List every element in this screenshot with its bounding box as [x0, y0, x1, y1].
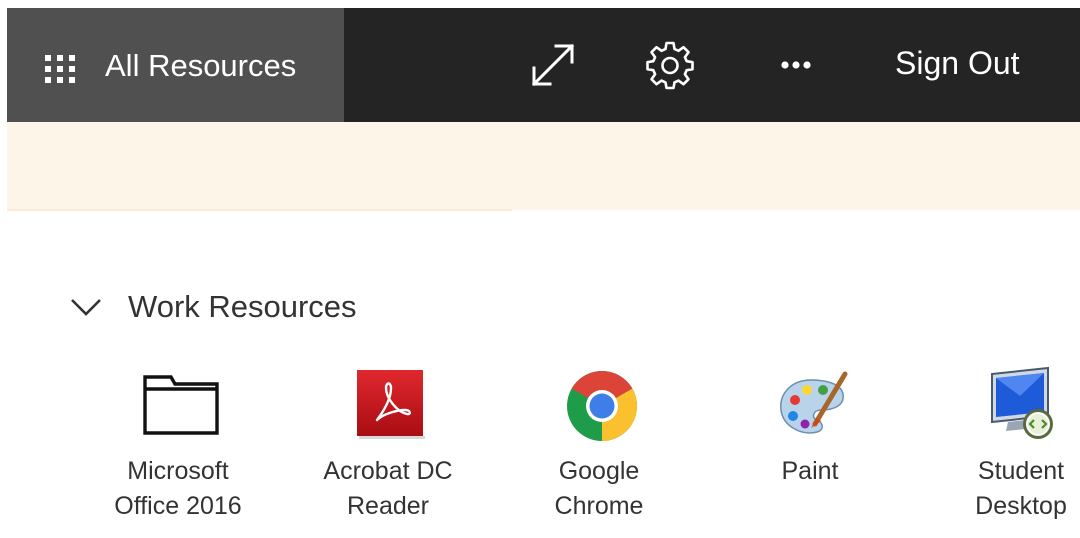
resource-tile-microsoft-office[interactable]: Microsoft Office 2016	[93, 360, 263, 530]
folder-icon	[143, 375, 219, 435]
resource-label: Microsoft Office 2016	[114, 457, 242, 520]
section-title: Work Resources	[128, 289, 357, 324]
notification-banner	[7, 122, 1080, 210]
resource-label: Acrobat DC Reader	[323, 457, 453, 520]
banner-divider	[7, 209, 512, 211]
work-resources-section-toggle[interactable]: Work Resources	[68, 282, 357, 332]
resource-tile-student-desktop[interactable]: Student Desktop	[936, 360, 1080, 530]
chevron-down-icon	[71, 299, 101, 316]
remote-desktop-icon	[991, 366, 1053, 439]
resource-label: Paint	[781, 457, 839, 485]
top-bar: All Resources Sign Out	[7, 8, 1080, 122]
all-resources-button[interactable]: All Resources	[7, 8, 344, 122]
resource-tile-google-chrome[interactable]: Google Chrome	[514, 360, 684, 530]
resources-page: All Resources Sign Out Work Resources Mi…	[0, 0, 1080, 538]
expand-icon[interactable]	[526, 38, 580, 92]
app-grid-icon	[45, 55, 75, 83]
acrobat-reader-icon	[357, 370, 425, 439]
resource-label: Student Desktop	[975, 457, 1067, 520]
resource-tile-paint[interactable]: Paint	[725, 360, 895, 530]
resource-label: Google Chrome	[554, 457, 644, 520]
paint-palette-icon	[780, 371, 848, 434]
gear-icon[interactable]	[643, 38, 697, 92]
resource-tile-acrobat-reader[interactable]: Acrobat DC Reader	[303, 360, 473, 530]
chrome-icon	[567, 371, 637, 441]
sign-out-button[interactable]: Sign Out	[877, 39, 1038, 87]
all-resources-label: All Resources	[105, 48, 297, 83]
more-options-icon[interactable]	[769, 38, 823, 92]
